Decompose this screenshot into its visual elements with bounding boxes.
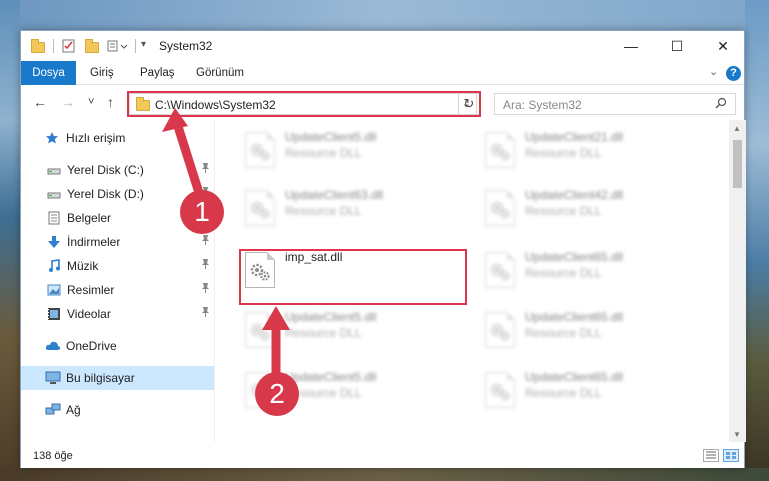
arrow-head-2 <box>262 306 290 330</box>
annotation-arrows <box>162 108 290 378</box>
arrow-head-1 <box>162 108 188 132</box>
step-1-badge: 1 <box>180 190 224 234</box>
step-2-badge: 2 <box>255 372 299 416</box>
